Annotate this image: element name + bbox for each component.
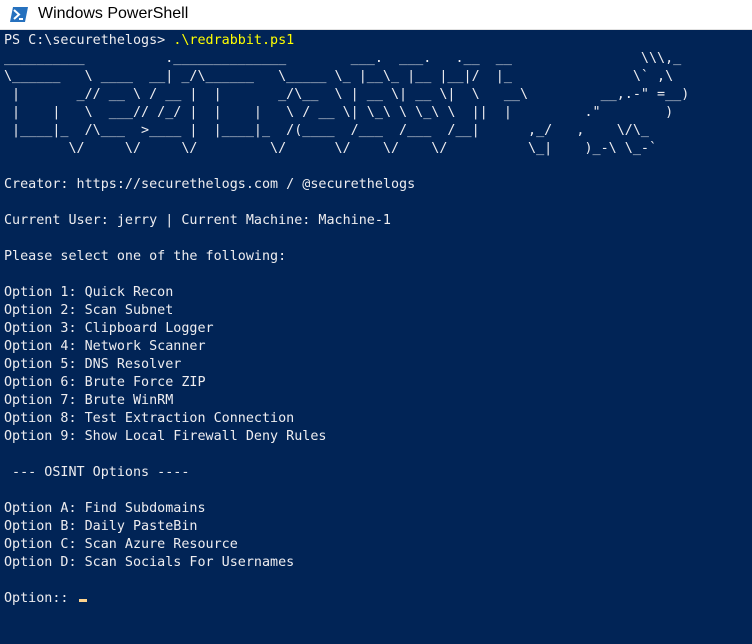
osint-option-line: Option D: Scan Socials For Usernames <box>4 555 295 570</box>
window-title: Windows PowerShell <box>38 5 189 22</box>
osint-option-line: Option A: Find Subdomains <box>4 501 206 516</box>
powershell-window: Windows PowerShell PS C:\securethelogs> … <box>0 0 752 644</box>
banner-line-6: \/ \/ \/ \/ \/ \/ \/ \_| )_-\ \_-` <box>4 141 658 156</box>
prompt-text: PS C:\securethelogs> <box>4 33 174 48</box>
option-line: Option 8: Test Extraction Connection <box>4 411 295 426</box>
console-output[interactable]: PS C:\securethelogs> .\redrabbit.ps1 ___… <box>0 30 752 644</box>
title-bar[interactable]: Windows PowerShell <box>0 0 752 30</box>
input-prompt: Option:: <box>4 591 77 606</box>
creator-line: Creator: https://securethelogs.com / @se… <box>4 177 416 192</box>
option-line: Option 7: Brute WinRM <box>4 393 174 408</box>
command-text: .\redrabbit.ps1 <box>173 33 295 48</box>
banner-line-4: | | \ ___// /_/ | | | \ / __ \| \_\ \ \_… <box>4 105 674 120</box>
option-line: Option 6: Brute Force ZIP <box>4 375 206 390</box>
option-line: Option 2: Scan Subnet <box>4 303 174 318</box>
select-prompt-line: Please select one of the following: <box>4 249 287 264</box>
option-line: Option 5: DNS Resolver <box>4 357 182 372</box>
banner-line-3: | _// __ \ / __ | | _/\__ \ | __ \| __ \… <box>4 87 690 102</box>
option-line: Option 9: Show Local Firewall Deny Rules <box>4 429 327 444</box>
banner-line-1: __________ .______________ ___. ___. .__… <box>4 51 682 66</box>
osint-option-line: Option B: Daily PasteBin <box>4 519 198 534</box>
option-line: Option 3: Clipboard Logger <box>4 321 214 336</box>
osint-option-line: Option C: Scan Azure Resource <box>4 537 238 552</box>
current-user-line: Current User: jerry | Current Machine: M… <box>4 213 391 228</box>
text-cursor[interactable] <box>78 599 87 602</box>
banner-line-2: \______ \ ____ __| _/\______ \_____ \_ |… <box>4 69 674 84</box>
osint-header: --- OSINT Options ---- <box>4 465 190 480</box>
banner-line-5: |____|_ /\___ >____ | |____|_ /(____ /__… <box>4 123 649 138</box>
powershell-icon <box>10 7 28 22</box>
command-line: PS C:\securethelogs> .\redrabbit.ps1 <box>4 32 294 50</box>
option-line: Option 4: Network Scanner <box>4 339 206 354</box>
input-line[interactable]: Option:: <box>4 590 87 608</box>
option-line: Option 1: Quick Recon <box>4 285 174 300</box>
